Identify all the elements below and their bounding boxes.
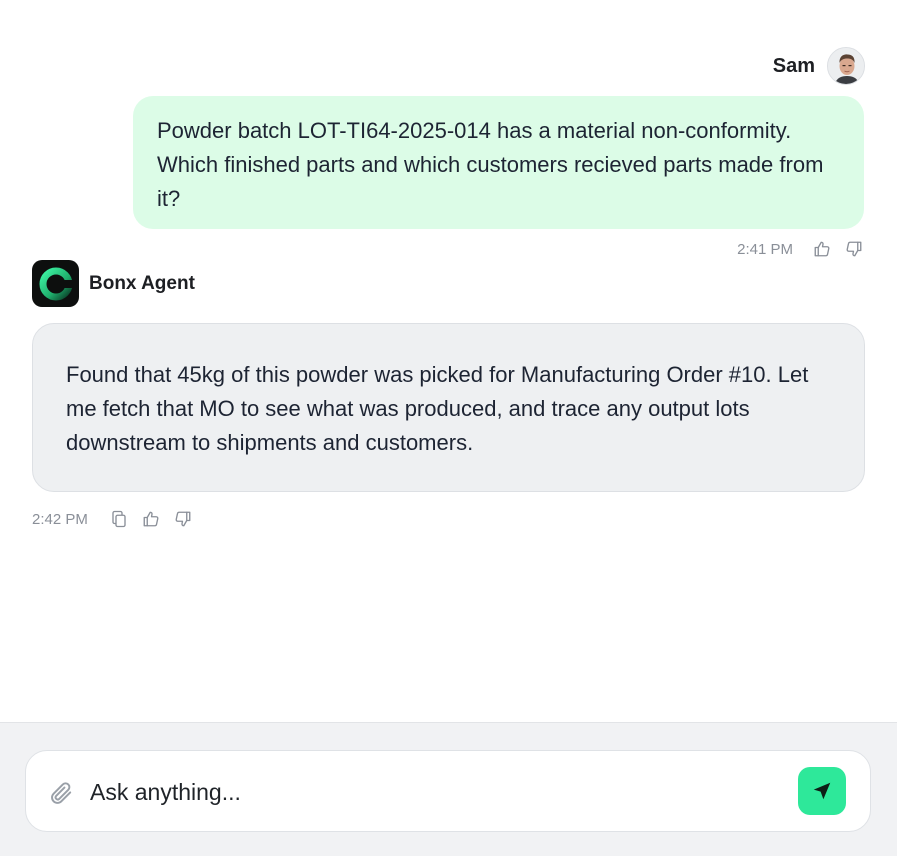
message-composer [25,750,871,832]
agent-message-time: 2:42 PM [32,510,88,528]
thumbs-down-icon[interactable] [843,238,865,260]
thumbs-up-icon[interactable] [140,508,162,530]
agent-name: Bonx Agent [89,272,195,294]
user-name: Sam [772,54,815,77]
copy-icon[interactable] [108,508,130,530]
agent-message-bubble: Found that 45kg of this powder was picke… [32,323,865,492]
send-arrow-icon [813,782,831,800]
message-input[interactable] [90,771,780,813]
bonx-logo-icon [32,260,79,307]
agent-message-meta: 2:42 PM [32,508,194,530]
send-button[interactable] [798,767,846,815]
thumbs-down-icon[interactable] [172,508,194,530]
agent-message-text: Found that 45kg of this powder was picke… [66,362,809,455]
user-message-text: Powder batch LOT-TI64-2025-014 has a mat… [157,118,824,211]
thumbs-up-icon[interactable] [811,238,833,260]
paperclip-icon[interactable] [48,780,74,806]
agent-message-header: Bonx Agent [32,260,195,307]
user-message-meta: 2:41 PM [737,238,865,260]
user-message-time: 2:41 PM [737,240,793,258]
user-message-header: Sam [773,47,865,85]
chat-thread: Sam Powder batch LOT-TI64-2025-014 has a… [0,0,897,722]
user-avatar [827,47,865,85]
composer-area [0,722,897,856]
user-message-bubble: Powder batch LOT-TI64-2025-014 has a mat… [133,96,864,229]
